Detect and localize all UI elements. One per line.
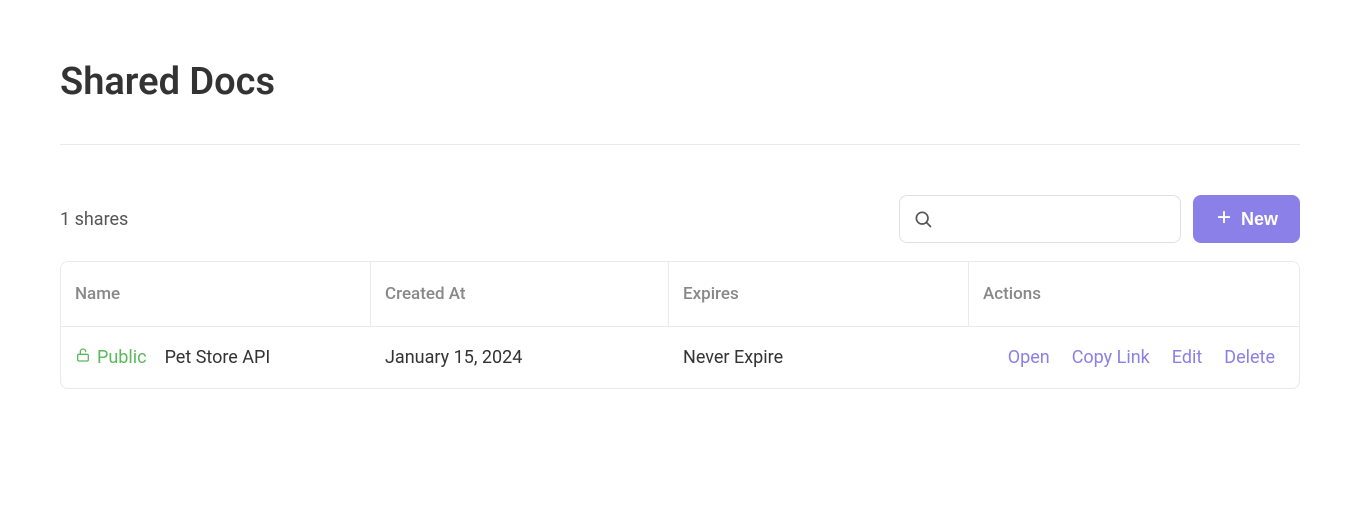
- new-button-label: New: [1241, 209, 1278, 230]
- new-button[interactable]: New: [1193, 195, 1300, 243]
- plus-icon: [1215, 208, 1233, 231]
- table-header-row: Name Created At Expires Actions: [61, 262, 1299, 327]
- search-icon: [913, 209, 933, 229]
- expires-cell: Never Expire: [669, 327, 969, 388]
- table-row: Public Pet Store API January 15, 2024 Ne…: [61, 327, 1299, 388]
- shared-docs-table: Name Created At Expires Actions Public P…: [60, 261, 1300, 389]
- unlock-icon: [75, 347, 91, 368]
- column-header-name: Name: [61, 262, 371, 326]
- column-header-actions: Actions: [969, 262, 1299, 326]
- edit-action[interactable]: Edit: [1172, 347, 1202, 368]
- open-action[interactable]: Open: [1008, 347, 1050, 368]
- created-at-cell: January 15, 2024: [371, 327, 669, 388]
- shares-count-label: 1 shares: [60, 209, 128, 230]
- visibility-badge: Public: [75, 347, 147, 368]
- copy-link-action[interactable]: Copy Link: [1072, 347, 1150, 368]
- delete-action[interactable]: Delete: [1224, 347, 1275, 368]
- search-field-wrapper: [899, 195, 1181, 243]
- divider: [60, 144, 1300, 145]
- column-header-expires: Expires: [669, 262, 969, 326]
- column-header-created-at: Created At: [371, 262, 669, 326]
- doc-name: Pet Store API: [165, 347, 271, 368]
- page-title: Shared Docs: [60, 60, 1300, 104]
- visibility-label: Public: [97, 347, 147, 368]
- search-input[interactable]: [899, 195, 1181, 243]
